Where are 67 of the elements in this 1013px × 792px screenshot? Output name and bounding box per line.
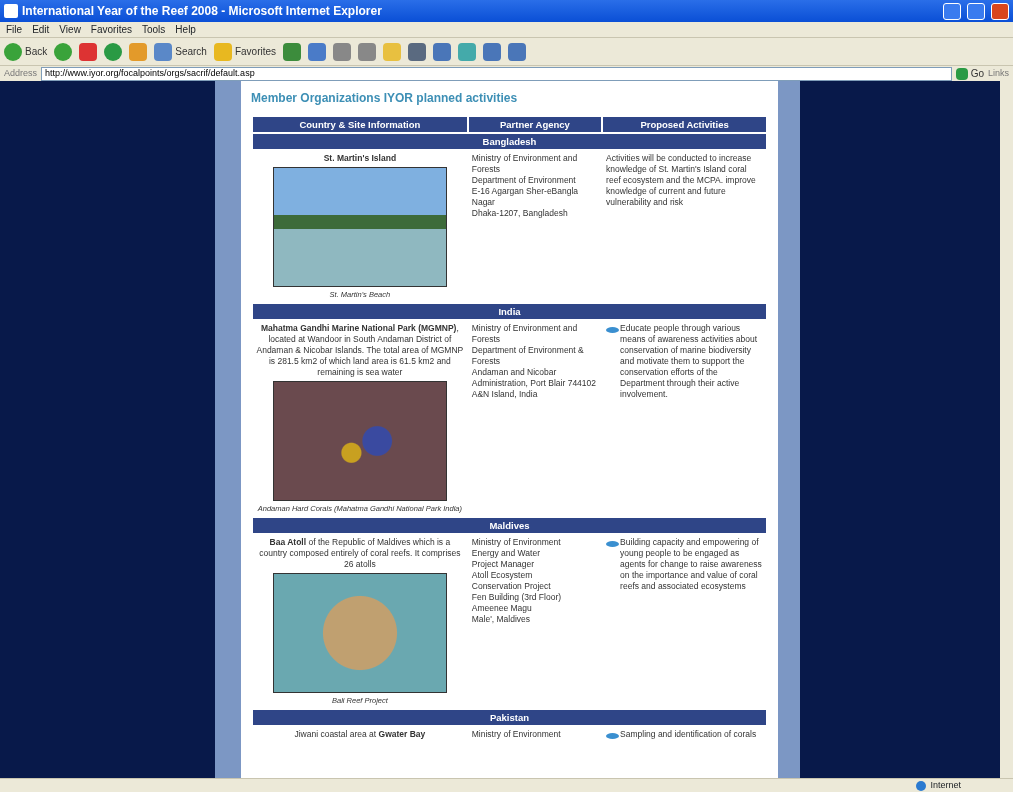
agency-line: Dhaka-1207, Bangladesh <box>471 208 569 220</box>
ie-icon <box>4 4 18 18</box>
refresh-button[interactable] <box>104 42 123 61</box>
column-header: Partner Agency <box>468 117 602 133</box>
edit-button[interactable] <box>358 42 377 61</box>
zone-label: Internet <box>930 778 961 792</box>
toolbar-button[interactable] <box>433 42 452 61</box>
country-header: Maldives <box>253 518 766 534</box>
search-button[interactable]: Search <box>154 42 207 61</box>
toolbar-button[interactable] <box>408 42 427 61</box>
back-button[interactable]: Back <box>4 42 48 61</box>
agency-line: Fen Building (3rd Floor) <box>471 592 563 604</box>
menu-item[interactable]: Favorites <box>90 22 132 37</box>
country-header: India <box>253 304 766 320</box>
agency-line: Energy and Water <box>471 548 541 560</box>
toolbar-button[interactable] <box>508 42 527 61</box>
address-label: Address <box>4 66 38 80</box>
print-button[interactable] <box>333 42 352 61</box>
agency-line: Andaman and Nicobar Administration, Port Blair 744102 <box>471 367 598 390</box>
agency-line: Ministry of Environment <box>471 537 562 549</box>
maximize-button[interactable] <box>967 2 985 20</box>
agency-line: Ministry of Environment <box>471 729 562 741</box>
agency-line: E-16 Agargan Sher-eBangla Nagar <box>471 186 580 209</box>
agency-line: A&N Island, India <box>471 389 539 401</box>
site-description: St. Martin's Island <box>322 153 398 165</box>
agency-line: Department of Environment & Forests <box>471 345 585 368</box>
agency-line: Ameenee Magu <box>471 603 533 615</box>
agency-line: Ministry of Environment and Forests <box>471 323 579 346</box>
toolbar-button[interactable] <box>483 42 502 61</box>
activity-text: Activities will be conducted to increase knowledge of St. Martin's Island coral reef ecosystem and the MCPA. improve knowledge of current and future vulnerability and risk <box>606 153 757 209</box>
site-description: Baa Atoll of the Republic of Maldives which is a country composed entirely of coral reefs. It comprises 26 atolls <box>258 537 462 571</box>
stop-button[interactable] <box>79 42 98 61</box>
close-button[interactable] <box>991 2 1009 20</box>
address-field[interactable]: http://www.iyor.org/focalpoints/orgs/sacrif/default.asp <box>41 66 952 81</box>
agency-line: Conservation Project <box>471 581 552 593</box>
country-header: Bangladesh <box>253 134 766 150</box>
agency-line: Ministry of Environment and Forests <box>471 153 579 176</box>
forward-button[interactable] <box>54 42 73 61</box>
minimize-button[interactable] <box>943 2 961 20</box>
scrollbar[interactable] <box>1000 81 1013 778</box>
window-title: International Year of the Reef 2008 - Microsoft Internet Explorer <box>22 3 382 20</box>
links-label: Links <box>988 66 1009 80</box>
site-description: Jiwani coastal area at Gwater Bay <box>293 729 427 741</box>
agency-line: Project Manager <box>471 559 536 571</box>
menu-item[interactable]: Edit <box>32 22 50 37</box>
activity-text: Sampling and identification of corals <box>620 729 757 741</box>
go-button[interactable]: Go <box>955 66 984 81</box>
mail-button[interactable] <box>308 42 327 61</box>
site-description: Mahatma Gandhi Marine National Park (MGMNP), located at Wandoor in South Andaman District of Andaman & Nicobar Islands. The total area of MGMNP is 281.5 km2 of which land area is 61.5 km2 and remaining is sea water <box>256 323 464 379</box>
activity-text: Building capacity and empowering of young people to be engaged as agents for change to raise awareness on the importance and value of coral reefs and associated ecosystems <box>620 537 763 593</box>
menu-item[interactable]: Tools <box>142 22 166 37</box>
agency-line: Atoll Ecosystem <box>471 570 534 582</box>
menu-item[interactable]: View <box>59 22 81 37</box>
toolbar-button[interactable] <box>458 42 477 61</box>
menu-item[interactable]: File <box>6 22 23 37</box>
home-button[interactable] <box>129 42 148 61</box>
column-header: Proposed Activities <box>603 117 766 133</box>
globe-icon <box>916 780 927 791</box>
menu-item[interactable]: Help <box>175 22 196 37</box>
favorites-button[interactable]: Favorites <box>213 42 277 61</box>
activity-text: Educate people through various means of awareness activities about conservation of marine biodiversity and motivate them to support the conservation efforts of the Department through their active involvement. <box>620 323 759 401</box>
column-header: Country & Site Information <box>253 117 467 133</box>
agency-line: Department of Environment <box>471 175 577 187</box>
country-header: Pakistan <box>253 710 766 726</box>
page-heading: Member Organizations IYOR planned activities <box>251 91 519 106</box>
agency-line: Male', Maldives <box>471 614 532 626</box>
media-button[interactable] <box>283 42 302 61</box>
